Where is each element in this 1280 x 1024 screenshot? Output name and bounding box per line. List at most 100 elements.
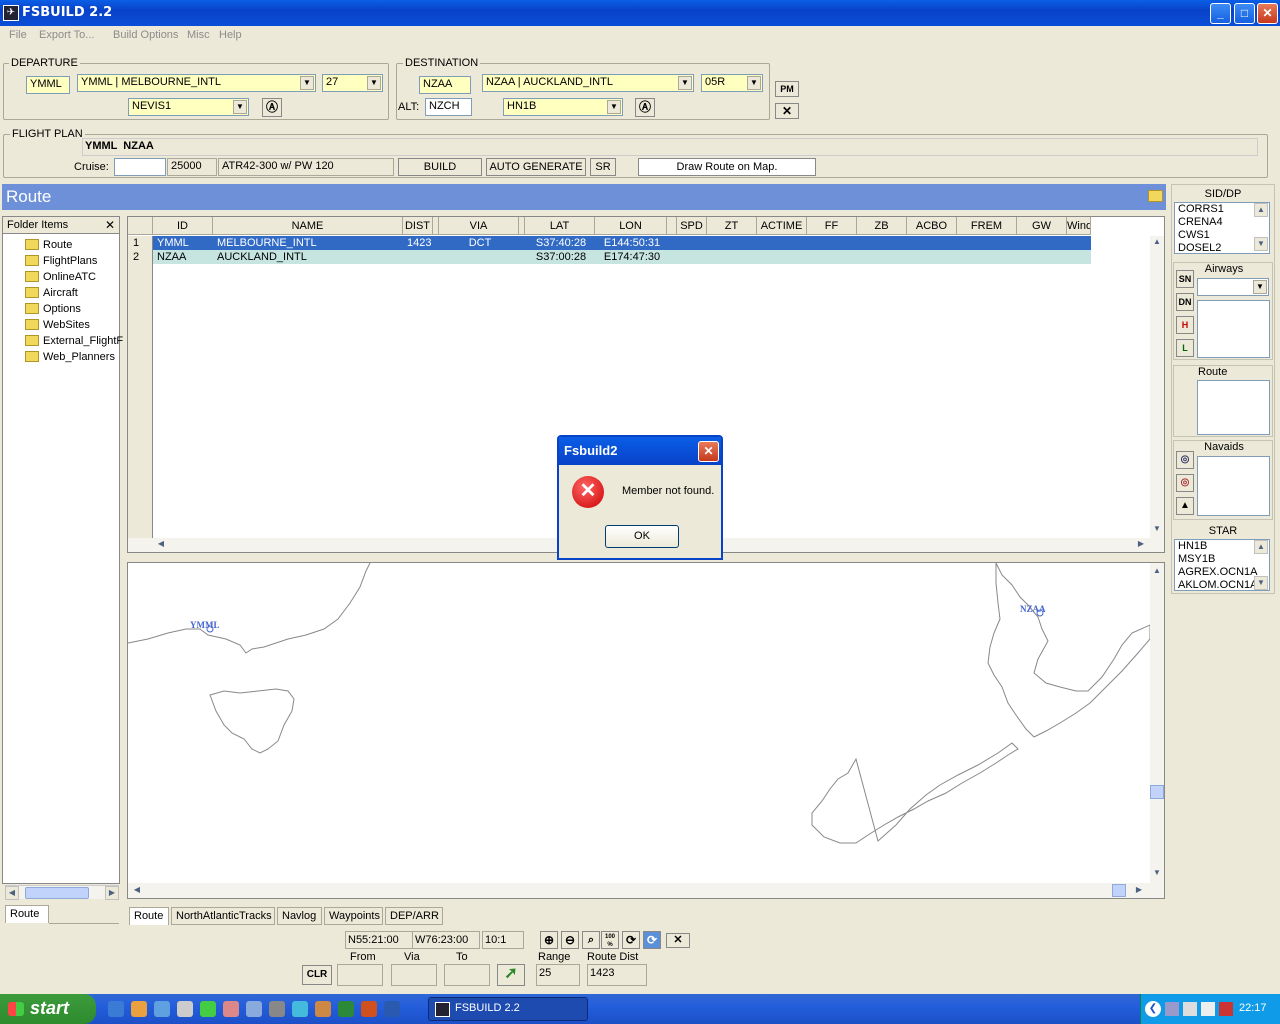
build-button[interactable]: BUILD bbox=[398, 158, 482, 176]
cell-id[interactable]: NZAA bbox=[155, 250, 213, 264]
chevron-down-icon[interactable]: ▼ bbox=[607, 100, 621, 114]
folder-hscrollbar[interactable]: ◀ ▶ bbox=[5, 885, 119, 900]
ok-button[interactable]: OK bbox=[605, 525, 679, 548]
scroll-thumb[interactable] bbox=[1112, 884, 1126, 897]
grid-header-spd[interactable]: SPD bbox=[677, 217, 707, 235]
grid-header-acbo[interactable]: ACBO bbox=[907, 217, 957, 235]
list-item[interactable]: MSY1B bbox=[1178, 553, 1269, 566]
folder-icon[interactable] bbox=[1148, 190, 1163, 202]
chevron-down-icon[interactable]: ▼ bbox=[233, 100, 247, 114]
alternate-field[interactable]: NZCH bbox=[425, 98, 472, 116]
chevron-down-icon[interactable]: ▼ bbox=[367, 76, 381, 90]
folder-item-aircraft[interactable]: Aircraft bbox=[25, 285, 78, 301]
scroll-down-icon[interactable]: ▼ bbox=[1150, 867, 1164, 881]
tab-north-atlantic-tracks[interactable]: NorthAtlanticTracks bbox=[171, 907, 275, 925]
search-icon[interactable] bbox=[246, 1001, 262, 1017]
grid-header-actime[interactable]: ACTIME bbox=[757, 217, 807, 235]
list-item[interactable]: CRENA4 bbox=[1178, 216, 1269, 229]
grid-header-zb[interactable]: ZB bbox=[857, 217, 907, 235]
tray-icon[interactable] bbox=[1165, 1002, 1179, 1016]
folder-item-web-planners[interactable]: Web_Planners bbox=[25, 349, 115, 365]
grid-vscrollbar[interactable] bbox=[1150, 236, 1164, 538]
menu-misc[interactable]: Misc bbox=[187, 29, 210, 41]
cruise-field[interactable] bbox=[114, 158, 166, 176]
cruise-altitude[interactable]: 25000 bbox=[167, 158, 217, 176]
menu-file[interactable]: File bbox=[9, 29, 27, 41]
word-icon[interactable] bbox=[384, 1001, 400, 1017]
clear-x-button[interactable]: ✕ bbox=[775, 103, 799, 119]
scroll-left-icon[interactable]: ◀ bbox=[154, 538, 168, 552]
media-icon[interactable] bbox=[269, 1001, 285, 1017]
folder-item-route[interactable]: Route bbox=[25, 237, 72, 253]
from-field[interactable] bbox=[337, 964, 383, 986]
close-icon[interactable]: ✕ bbox=[105, 218, 115, 232]
start-button[interactable]: start bbox=[0, 994, 96, 1024]
scroll-up-icon[interactable]: ▲ bbox=[1254, 540, 1268, 554]
tab-route[interactable]: Route bbox=[129, 907, 169, 925]
grid-header-lon[interactable]: LON bbox=[595, 217, 667, 235]
scroll-up-icon[interactable]: ▲ bbox=[1254, 203, 1268, 217]
grid-header-frem[interactable]: FREM bbox=[957, 217, 1017, 235]
clr-button[interactable]: CLR bbox=[302, 965, 332, 985]
cell-lat[interactable]: S37:40:28 bbox=[525, 236, 595, 250]
close-window-button[interactable]: ✕ bbox=[1257, 3, 1278, 24]
grid-header-zt[interactable]: ZT bbox=[707, 217, 757, 235]
menu-build-options[interactable]: Build Options bbox=[113, 29, 178, 41]
tab-navlog[interactable]: Navlog bbox=[277, 907, 322, 925]
cell-lon[interactable]: E174:47:30 bbox=[595, 250, 667, 264]
tab-dep-arr[interactable]: DEP/ARR bbox=[385, 907, 443, 925]
explorer-icon[interactable] bbox=[131, 1001, 147, 1017]
pm-button[interactable]: PM bbox=[775, 81, 799, 97]
tool-icon[interactable] bbox=[223, 1001, 239, 1017]
arrows-icon[interactable] bbox=[200, 1001, 216, 1017]
aircraft-field[interactable]: ATR42-300 w/ PW 120 bbox=[218, 158, 394, 176]
map-vscrollbar[interactable] bbox=[1150, 563, 1164, 883]
menu-export[interactable]: Export To... bbox=[39, 29, 94, 41]
dialog-close-button[interactable]: ✕ bbox=[698, 441, 719, 462]
chevron-left-icon[interactable]: ❮ bbox=[1145, 1001, 1161, 1017]
cell-dist[interactable]: 1423 bbox=[405, 236, 435, 250]
grid-header-id[interactable]: ID bbox=[153, 217, 213, 235]
grid-header-gw[interactable]: GW bbox=[1017, 217, 1067, 235]
volume-icon[interactable] bbox=[1201, 1002, 1215, 1016]
map-hscrollbar[interactable] bbox=[128, 883, 1164, 898]
folder-item-websites[interactable]: WebSites bbox=[25, 317, 90, 333]
refresh-button[interactable]: ⟳ bbox=[622, 931, 640, 949]
via-field[interactable] bbox=[391, 964, 437, 986]
scroll-right-icon[interactable]: ▶ bbox=[1134, 538, 1148, 552]
sn-button[interactable]: SN bbox=[1176, 270, 1194, 288]
scroll-thumb[interactable] bbox=[1150, 785, 1164, 799]
sr-button[interactable]: SR bbox=[590, 158, 616, 176]
maximize-button[interactable]: □ bbox=[1234, 3, 1255, 24]
taskbar-task-fsbuild[interactable]: FSBUILD 2.2 bbox=[428, 997, 588, 1021]
powerpoint-icon[interactable] bbox=[361, 1001, 377, 1017]
ndb-button[interactable]: ◎ bbox=[1176, 474, 1194, 492]
browser-icon[interactable] bbox=[292, 1001, 308, 1017]
go-button[interactable]: ➚ bbox=[497, 964, 525, 986]
chevron-down-icon[interactable]: ▼ bbox=[300, 76, 314, 90]
security-icon[interactable] bbox=[1219, 1002, 1233, 1016]
tab-waypoints[interactable]: Waypoints bbox=[324, 907, 383, 925]
map-canvas[interactable]: YMML NZAA bbox=[128, 563, 1151, 883]
grid-header-dist[interactable]: DIST bbox=[403, 217, 433, 235]
auto-generate-button[interactable]: AUTO GENERATE bbox=[486, 158, 586, 176]
printer-icon[interactable] bbox=[177, 1001, 193, 1017]
grid-header-lat[interactable]: LAT bbox=[525, 217, 595, 235]
chevron-down-icon[interactable]: ▼ bbox=[1253, 280, 1267, 294]
cell-via[interactable]: DCT bbox=[439, 236, 519, 250]
cell-name[interactable]: MELBOURNE_INTL bbox=[215, 236, 403, 250]
destination-icao-field[interactable]: NZAA bbox=[419, 76, 471, 94]
airways-list[interactable] bbox=[1197, 300, 1270, 358]
scroll-right-icon[interactable]: ▶ bbox=[105, 886, 119, 900]
scroll-left-icon[interactable]: ◀ bbox=[5, 886, 19, 900]
scroll-down-icon[interactable]: ▼ bbox=[1150, 523, 1164, 537]
tab-folder-route[interactable]: Route bbox=[5, 905, 49, 923]
scroll-left-icon[interactable]: ◀ bbox=[130, 884, 144, 898]
zoom-in-button[interactable]: ⊕ bbox=[540, 931, 558, 949]
departure-runway-combo[interactable]: 27 ▼ bbox=[322, 74, 383, 92]
grid-header-ff[interactable]: FF bbox=[807, 217, 857, 235]
scroll-thumb[interactable] bbox=[25, 887, 89, 899]
airways-combo[interactable]: ▼ bbox=[1197, 278, 1269, 296]
chevron-down-icon[interactable]: ▼ bbox=[747, 76, 761, 90]
departure-airport-combo[interactable]: YMML | MELBOURNE_INTL ▼ bbox=[77, 74, 316, 92]
